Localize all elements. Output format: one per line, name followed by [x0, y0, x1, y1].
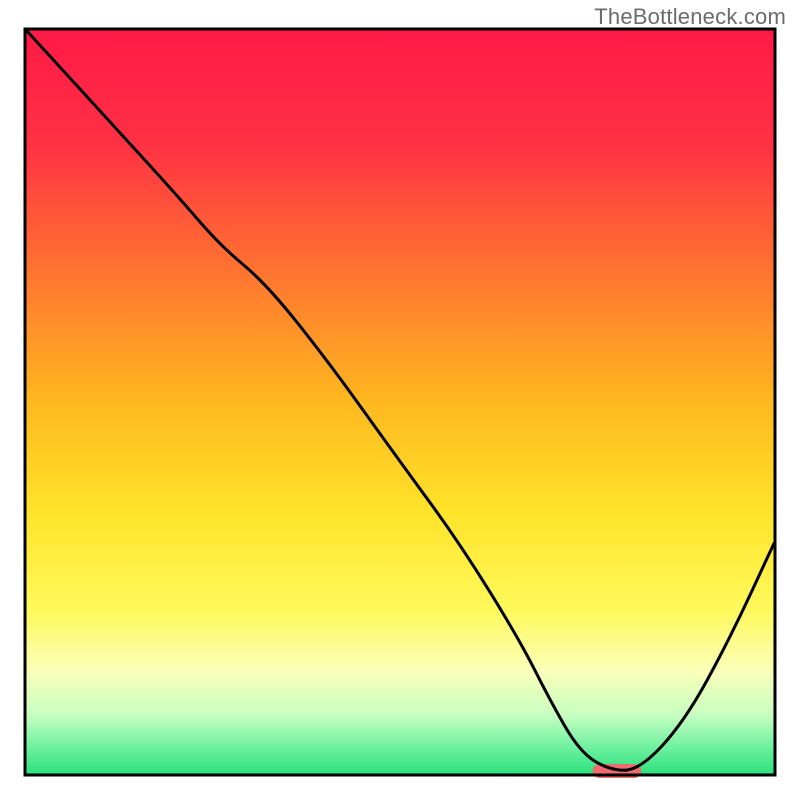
chart-background [26, 30, 774, 774]
chart-svg [0, 0, 800, 800]
watermark-text: TheBottleneck.com [594, 4, 786, 30]
bottleneck-chart: TheBottleneck.com [0, 0, 800, 800]
